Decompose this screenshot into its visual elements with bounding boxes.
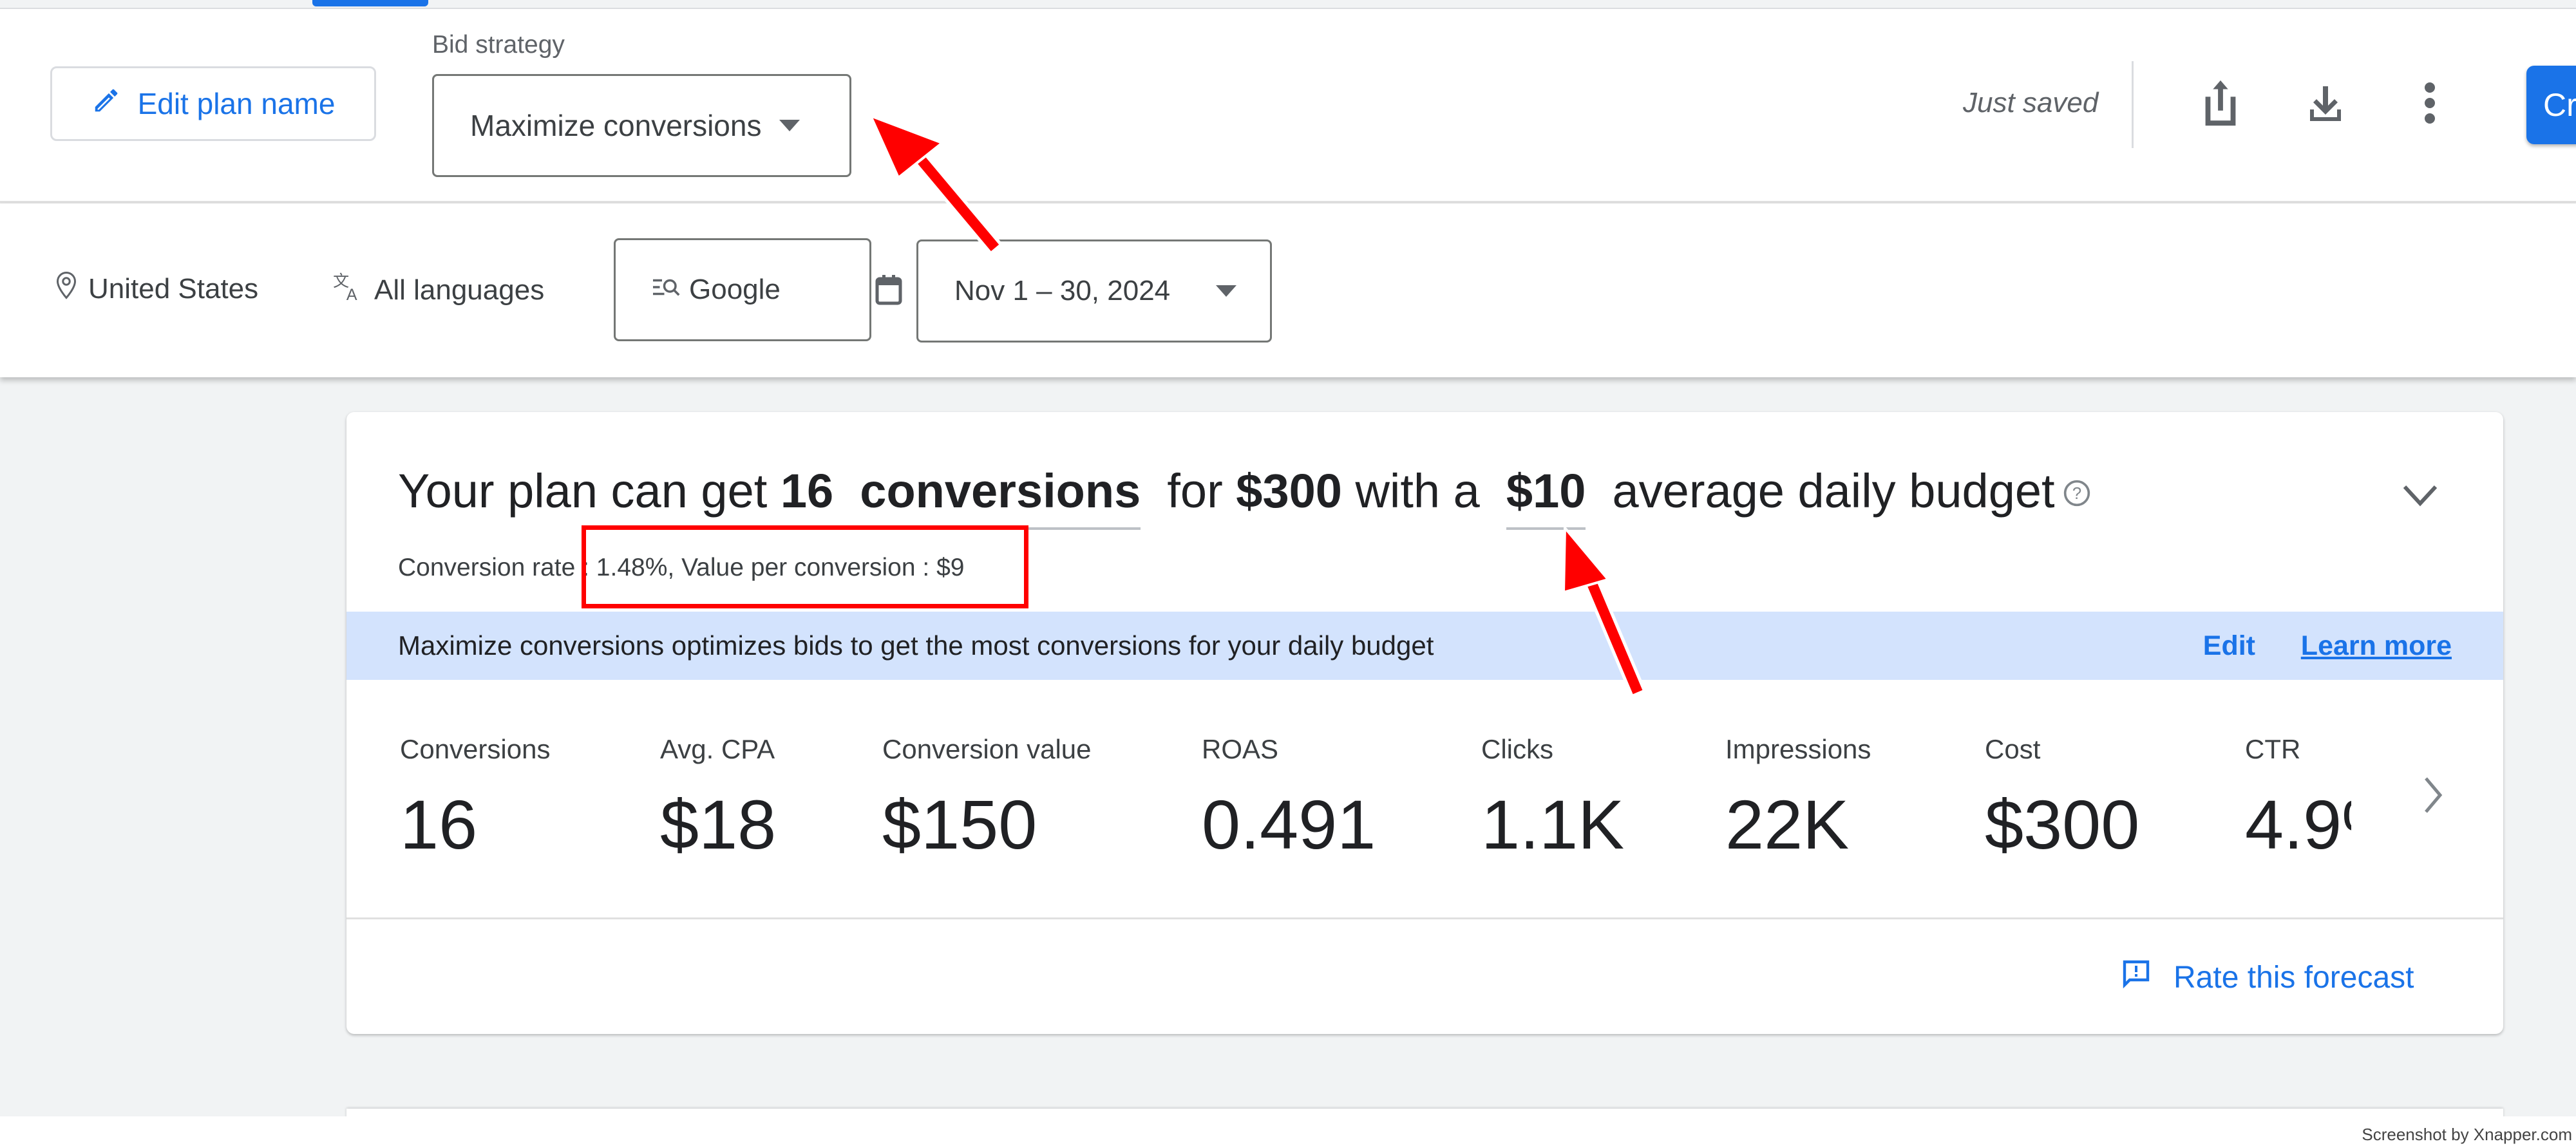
annotation-arrow-bid-strategy [868,113,1001,254]
annotation-arrow-daily-budget [1562,524,1645,696]
watermark: Screenshot by Xnapper.com [2362,1125,2572,1144]
bottom-strip [0,1116,2576,1146]
annotation-arrows [868,113,1645,696]
